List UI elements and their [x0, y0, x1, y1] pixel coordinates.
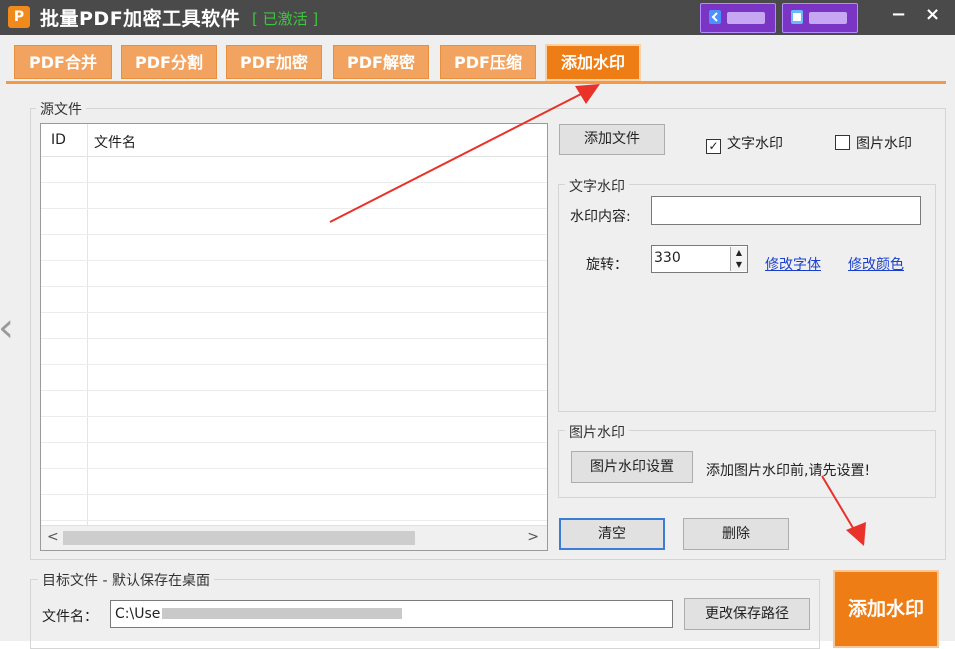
- arrow-to-run-button-icon: [821, 475, 866, 546]
- arrow-to-tab-icon: [329, 84, 600, 223]
- app-window: P 批量PDF加密工具软件 [ 已激活 ] − × PDF合并 PDF分割 PD…: [0, 0, 955, 649]
- annotation-arrows: [329, 84, 866, 546]
